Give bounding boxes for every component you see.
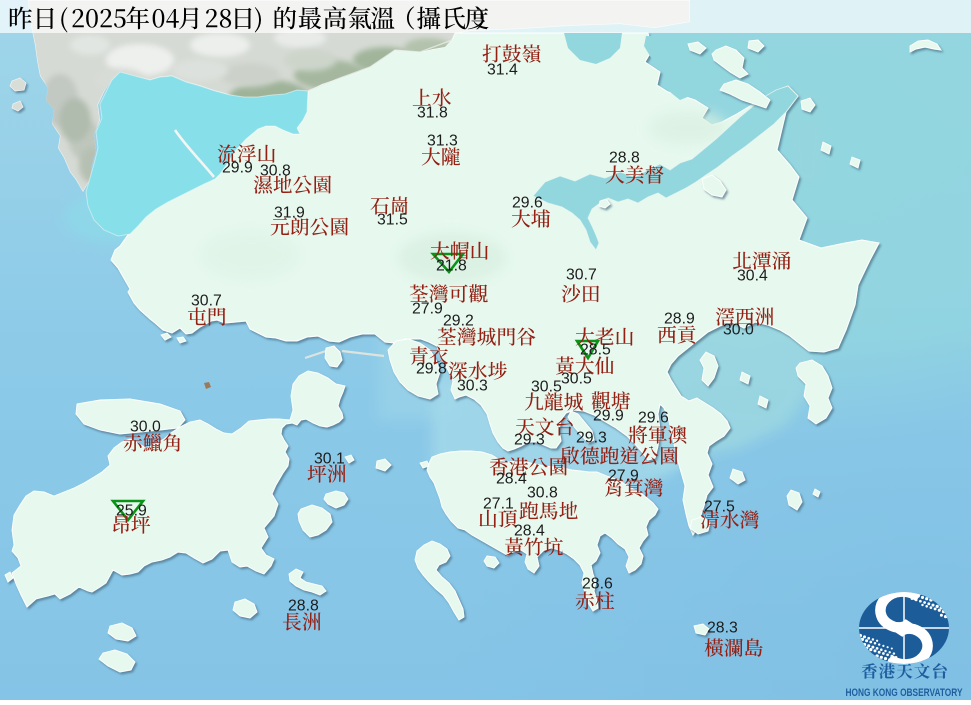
svg-text:28.4: 28.4 [496, 471, 527, 488]
svg-text:31.9: 31.9 [274, 205, 305, 222]
svg-text:28.9: 28.9 [664, 311, 695, 328]
svg-text:29.6: 29.6 [512, 195, 543, 212]
svg-text:29.6: 29.6 [638, 410, 669, 427]
svg-text:30.7: 30.7 [566, 267, 597, 284]
svg-text:30.8: 30.8 [527, 485, 558, 502]
svg-text:29.8: 29.8 [416, 361, 447, 378]
svg-text:30.4: 30.4 [737, 268, 768, 285]
svg-text:28.8: 28.8 [609, 150, 640, 167]
svg-text:30.1: 30.1 [314, 451, 345, 468]
svg-text:28.8: 28.8 [288, 598, 319, 615]
svg-text:29.3: 29.3 [576, 430, 607, 447]
svg-text:30.7: 30.7 [191, 293, 222, 310]
svg-text:27.5: 27.5 [704, 499, 735, 516]
svg-text:30.0: 30.0 [130, 419, 161, 436]
svg-text:30.8: 30.8 [260, 163, 291, 180]
svg-text:29.9: 29.9 [222, 160, 253, 177]
svg-text:29.9: 29.9 [593, 408, 624, 425]
svg-text:28.5: 28.5 [580, 342, 611, 359]
svg-text:27.9: 27.9 [412, 301, 443, 318]
svg-text:28.6: 28.6 [582, 576, 613, 593]
svg-text:27.9: 27.9 [608, 468, 639, 485]
svg-text:31.8: 31.8 [417, 105, 448, 122]
svg-text:30.5: 30.5 [561, 371, 592, 388]
svg-text:29.3: 29.3 [514, 432, 545, 449]
svg-text:30.0: 30.0 [723, 322, 754, 339]
svg-text:21.8: 21.8 [436, 258, 467, 275]
svg-text:31.3: 31.3 [427, 133, 458, 150]
svg-text:29.2: 29.2 [443, 313, 474, 330]
svg-text:30.5: 30.5 [531, 379, 562, 396]
svg-text:28.4: 28.4 [514, 523, 545, 540]
svg-text:31.4: 31.4 [487, 62, 518, 79]
svg-text:HONG KONG OBSERVATORY: HONG KONG OBSERVATORY [846, 687, 963, 699]
svg-text:25.9: 25.9 [116, 503, 147, 520]
svg-text:31.5: 31.5 [377, 212, 408, 229]
svg-text:27.1: 27.1 [483, 496, 514, 513]
svg-text:30.3: 30.3 [457, 378, 488, 395]
svg-text:28.3: 28.3 [707, 620, 738, 637]
